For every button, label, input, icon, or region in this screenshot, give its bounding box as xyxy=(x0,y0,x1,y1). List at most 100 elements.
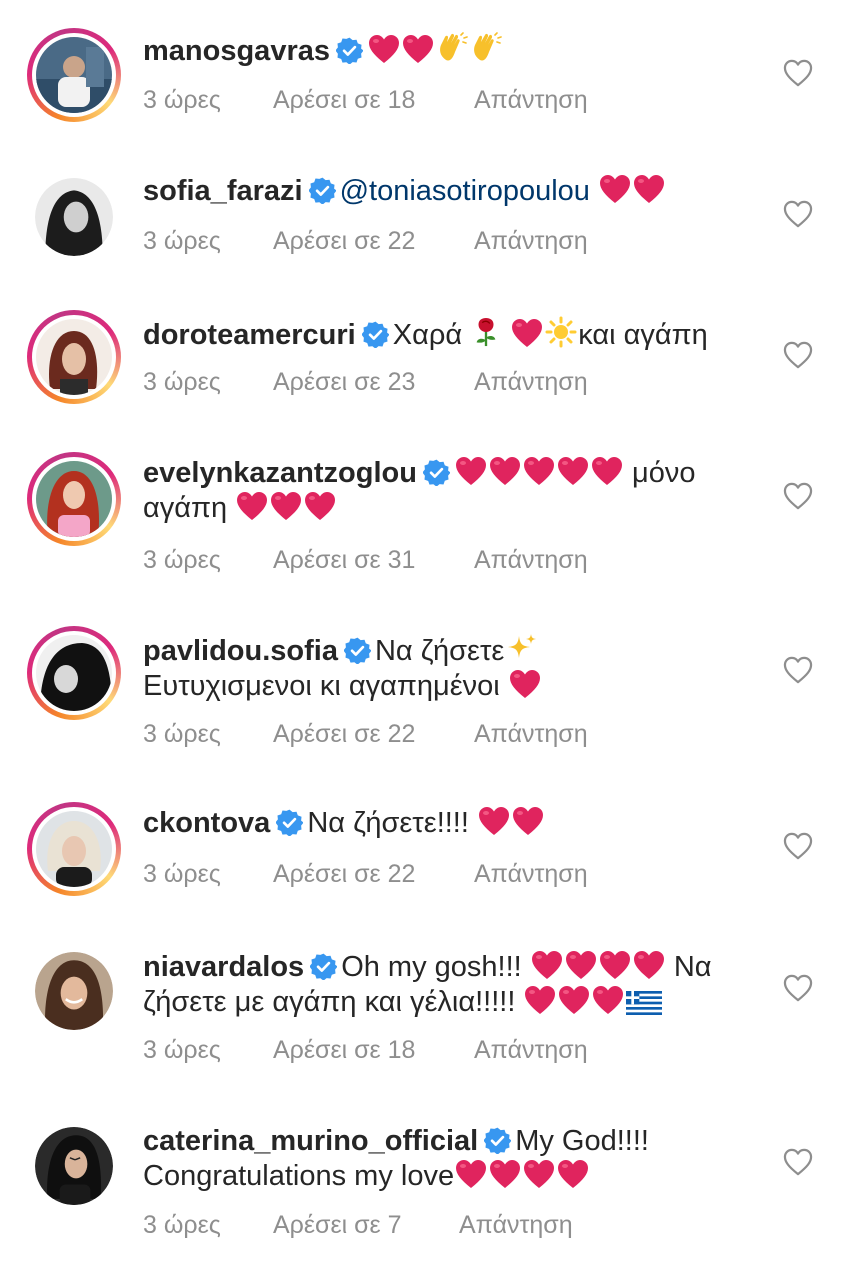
reply-button[interactable]: Απάντηση xyxy=(474,227,588,256)
avatar xyxy=(36,811,112,887)
comment-time: 3 ώρες xyxy=(143,1036,221,1064)
like-heart-icon[interactable] xyxy=(783,974,813,1002)
verified-badge-icon xyxy=(484,1127,511,1154)
avatar-story-ring[interactable] xyxy=(27,452,121,546)
sun-icon xyxy=(545,316,577,348)
comment-time: 3 ώρες xyxy=(143,227,221,255)
mention-link[interactable]: @toniasotiropoulou xyxy=(340,175,590,207)
comment-text: Να ζήσετε xyxy=(374,635,505,667)
avatar-wrapper[interactable] xyxy=(27,170,121,264)
comment-time: 3 ώρες xyxy=(143,860,221,888)
comment-item: sofia_farazi @toniasotiropoulou 3 ώρες Αρ… xyxy=(0,140,860,282)
avatar xyxy=(35,1127,113,1205)
red-heart-icon xyxy=(599,174,631,204)
greece-flag-icon xyxy=(626,991,662,1015)
like-heart-icon[interactable] xyxy=(783,200,813,228)
likes-count[interactable]: Αρέσει σε 31 xyxy=(273,546,415,575)
clapping-hands-icon xyxy=(436,32,468,64)
avatar xyxy=(35,952,113,1030)
likes-count[interactable]: Αρέσει σε 22 xyxy=(273,227,415,256)
red-heart-icon xyxy=(304,491,336,521)
like-heart-icon[interactable] xyxy=(783,341,813,369)
comment-item: evelynkazantzoglou μόνο αγάπη 3 ώρες Αρέσ… xyxy=(0,424,860,600)
clapping-hands-icon xyxy=(470,32,502,64)
red-heart-icon xyxy=(531,950,563,980)
username[interactable]: sofia_farazi xyxy=(143,175,303,207)
reply-button[interactable]: Απάντηση xyxy=(474,368,588,397)
comment-time: 3 ώρες xyxy=(143,1211,221,1239)
like-heart-icon[interactable] xyxy=(783,59,813,87)
verified-badge-icon xyxy=(336,37,363,64)
red-heart-icon xyxy=(557,1159,589,1189)
red-heart-icon xyxy=(270,491,302,521)
avatar-story-ring[interactable] xyxy=(27,802,121,896)
red-heart-icon xyxy=(523,1159,555,1189)
like-heart-icon[interactable] xyxy=(783,656,813,684)
reply-button[interactable]: Απάντηση xyxy=(474,546,588,575)
comment-time: 3 ώρες xyxy=(143,86,221,114)
avatar xyxy=(36,635,112,711)
username[interactable]: caterina_murino_official xyxy=(143,1125,478,1157)
avatar xyxy=(36,37,112,113)
likes-count[interactable]: Αρέσει σε 23 xyxy=(273,368,415,397)
verified-badge-icon xyxy=(362,321,389,348)
comment-item: niavardalos Oh my gosh!!! Να ζήσετε με αγά… xyxy=(0,918,860,1094)
comment-time: 3 ώρες xyxy=(143,546,221,574)
likes-count[interactable]: Αρέσει σε 18 xyxy=(273,86,415,115)
username[interactable]: ckontova xyxy=(143,807,270,839)
comment-item: doroteamercuri Χαρά και αγάπη 3 ώρες Αρέσ… xyxy=(0,282,860,424)
avatar xyxy=(36,319,112,395)
like-heart-icon[interactable] xyxy=(783,1148,813,1176)
red-heart-icon xyxy=(512,806,544,836)
username[interactable]: pavlidou.sofia xyxy=(143,635,338,667)
verified-badge-icon xyxy=(423,459,450,486)
username[interactable]: manosgavras xyxy=(143,35,330,67)
avatar-story-ring[interactable] xyxy=(27,310,121,404)
avatar xyxy=(36,461,112,537)
comment-item: pavlidou.sofia Να ζήσετε Ευτυχισμενοι κι α… xyxy=(0,600,860,776)
like-heart-icon[interactable] xyxy=(783,482,813,510)
likes-count[interactable]: Αρέσει σε 22 xyxy=(273,720,415,749)
avatar-wrapper[interactable] xyxy=(27,1119,121,1213)
avatar-wrapper[interactable] xyxy=(27,944,121,1038)
red-heart-icon xyxy=(368,34,400,64)
comment-text: αγάπη xyxy=(143,492,228,524)
comment-item: caterina_murino_official My God!!!! Congra… xyxy=(0,1094,860,1280)
comment-text: Ευτυχισμενοι κι αγαπημένοι xyxy=(143,670,500,702)
likes-count[interactable]: Αρέσει σε 22 xyxy=(273,860,415,889)
red-heart-icon xyxy=(455,1159,487,1189)
likes-count[interactable]: Αρέσει σε 7 xyxy=(273,1211,402,1240)
red-heart-icon xyxy=(565,950,597,980)
comment-text: και αγάπη xyxy=(578,319,708,351)
red-heart-icon xyxy=(558,985,590,1015)
red-heart-icon xyxy=(592,985,624,1015)
username[interactable]: niavardalos xyxy=(143,951,304,983)
verified-badge-icon xyxy=(276,809,303,836)
like-heart-icon[interactable] xyxy=(783,832,813,860)
sparkles-icon xyxy=(505,632,537,664)
avatar-story-ring[interactable] xyxy=(27,28,121,122)
red-heart-icon xyxy=(591,456,623,486)
reply-button[interactable]: Απάντηση xyxy=(474,860,588,889)
reply-button[interactable]: Απάντηση xyxy=(474,86,588,115)
comment-text: Να xyxy=(673,951,712,983)
comment-text: ζήσετε με αγάπη και γέλια!!!!! xyxy=(143,986,516,1018)
red-heart-icon xyxy=(478,806,510,836)
username[interactable]: doroteamercuri xyxy=(143,319,356,351)
likes-count[interactable]: Αρέσει σε 18 xyxy=(273,1036,415,1065)
reply-button[interactable]: Απάντηση xyxy=(459,1211,573,1240)
red-heart-icon xyxy=(557,456,589,486)
comment-time: 3 ώρες xyxy=(143,720,221,748)
red-heart-icon xyxy=(489,456,521,486)
reply-button[interactable]: Απάντηση xyxy=(474,720,588,749)
avatar xyxy=(35,178,113,256)
comment-item: manosgavras 3 ώρες Αρέσει σε 18 Απάντηση xyxy=(0,0,860,140)
reply-button[interactable]: Απάντηση xyxy=(474,1036,588,1065)
red-heart-icon xyxy=(489,1159,521,1189)
avatar-story-ring[interactable] xyxy=(27,626,121,720)
comment-text: Να ζήσετε!!!! xyxy=(307,807,469,839)
verified-badge-icon xyxy=(344,637,371,664)
username[interactable]: evelynkazantzoglou xyxy=(143,457,417,489)
comment-text: μόνο xyxy=(632,457,696,489)
rose-icon xyxy=(471,316,501,348)
